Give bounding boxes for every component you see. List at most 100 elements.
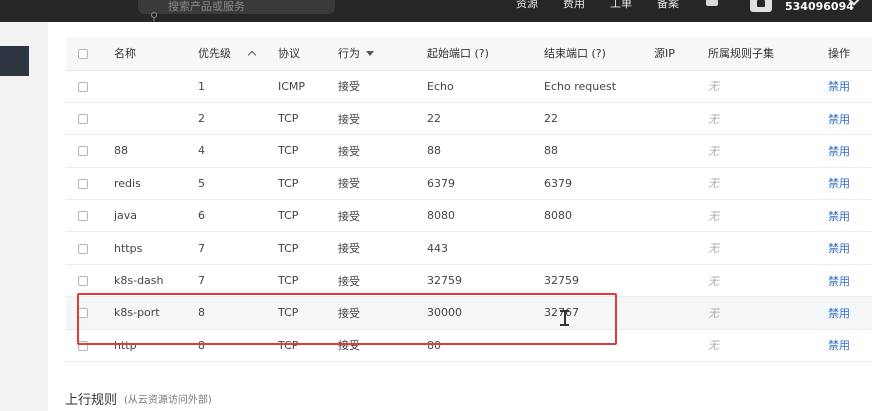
disable-link[interactable]: 禁用 (828, 231, 872, 265)
disable-link[interactable]: 禁用 (828, 102, 872, 136)
rule-protocol: ICMP (278, 70, 338, 103)
avatar[interactable] (750, 0, 772, 12)
header-subset: 所属规则子集 (708, 37, 828, 71)
row-checkbox[interactable] (78, 308, 88, 319)
table-row: java 6 TCP 接受 8080 8080 无 禁用 (66, 199, 872, 233)
row-checkbox[interactable] (78, 178, 88, 189)
table-row: 2 TCP 接受 22 22 无 禁用 (66, 102, 872, 136)
row-checkbox[interactable] (78, 146, 88, 157)
top-bar: ⚲ 搜索产品或服务 资源 费用 工单 备案 534096094 (0, 0, 872, 23)
rule-action: 接受 (338, 264, 427, 298)
rule-start-port: 22 (427, 102, 544, 136)
rule-name: k8s-dash (114, 264, 198, 298)
rule-protocol: TCP (278, 134, 338, 168)
rule-source-ip (654, 134, 708, 168)
rule-source-ip (654, 231, 708, 265)
disable-link[interactable]: 禁用 (828, 296, 872, 330)
sidebar (0, 22, 48, 411)
rule-end-port: 22 (544, 102, 654, 136)
sidebar-item-active[interactable] (0, 46, 29, 76)
user-icon (757, 0, 765, 7)
rule-name: k8s-port (114, 296, 198, 330)
row-checkbox[interactable] (78, 340, 88, 351)
rule-name: https (114, 231, 198, 265)
search-box[interactable]: ⚲ 搜索产品或服务 (138, 0, 335, 23)
rule-end-port: 88 (544, 134, 654, 168)
rule-priority: 7 (198, 264, 278, 298)
disable-link[interactable]: 禁用 (828, 264, 872, 298)
rule-source-ip (654, 296, 708, 330)
nav-icp-filing[interactable]: 备案 (657, 0, 679, 11)
rule-start-port: 8080 (427, 199, 544, 233)
table-row: 88 4 TCP 接受 88 88 无 禁用 (66, 134, 872, 168)
header-action-label[interactable]: 行为 (338, 47, 360, 60)
header-priority[interactable]: 优先级 (198, 37, 278, 71)
nav-resources[interactable]: 资源 (516, 0, 538, 11)
outbound-rules-title: 上行规则 (65, 393, 118, 408)
header-select-all[interactable] (66, 37, 114, 71)
table-row: redis 5 TCP 接受 6379 6379 无 禁用 (66, 167, 872, 201)
rule-action: 接受 (338, 102, 427, 136)
table-row: 1 ICMP 接受 Echo Echo request 无 禁用 (66, 70, 872, 103)
rule-subset: 无 (708, 329, 828, 363)
rule-name (114, 70, 198, 103)
header-protocol: 协议 (278, 37, 338, 71)
rule-priority: 2 (198, 102, 278, 136)
search-input[interactable]: 搜索产品或服务 (168, 0, 245, 24)
disable-link[interactable]: 禁用 (828, 70, 872, 103)
rule-end-port: 8080 (544, 199, 654, 233)
table-row: k8s-dash 7 TCP 接受 32759 32759 无 禁用 (66, 264, 872, 298)
disable-link[interactable]: 禁用 (828, 199, 872, 233)
rule-start-port: 32759 (427, 264, 544, 298)
row-checkbox[interactable] (78, 243, 88, 254)
row-checkbox[interactable] (78, 276, 88, 287)
rule-priority: 8 (198, 296, 278, 330)
rule-subset: 无 (708, 134, 828, 168)
outbound-rules-subtitle: (从云资源访问外部) (124, 395, 212, 406)
rule-subset: 无 (708, 296, 828, 330)
rule-action: 接受 (338, 329, 427, 363)
nav-billing[interactable]: 费用 (563, 0, 585, 11)
row-checkbox[interactable] (78, 114, 88, 125)
rule-source-ip (654, 264, 708, 298)
rule-start-port: 80 (427, 329, 544, 363)
disable-link[interactable]: 禁用 (828, 329, 872, 363)
row-checkbox[interactable] (78, 81, 88, 92)
rule-protocol: TCP (278, 102, 338, 136)
rule-source-ip (654, 102, 708, 136)
disable-link[interactable]: 禁用 (828, 167, 872, 201)
rule-subset: 无 (708, 70, 828, 103)
disable-link[interactable]: 禁用 (828, 134, 872, 168)
rule-end-port: 32759 (544, 264, 654, 298)
rule-name: 88 (114, 134, 198, 168)
filter-dropdown-icon[interactable] (366, 51, 374, 57)
rule-subset: 无 (708, 264, 828, 298)
sort-ascending-icon[interactable] (247, 51, 257, 60)
row-checkbox[interactable] (78, 211, 88, 222)
nav-tickets[interactable]: 工单 (610, 0, 632, 11)
user-id[interactable]: 534096094 (785, 0, 854, 13)
rule-action: 接受 (338, 199, 427, 233)
select-all-checkbox[interactable] (78, 48, 88, 59)
rule-start-port: Echo (427, 70, 544, 103)
rule-priority: 4 (198, 134, 278, 168)
rule-source-ip (654, 329, 708, 363)
header-start-port: 起始端口 (?) (427, 37, 544, 71)
header-action[interactable]: 行为 (338, 37, 427, 71)
rule-source-ip (654, 167, 708, 201)
header-end-port: 结束端口 (?) (544, 37, 654, 71)
bell-icon[interactable] (706, 0, 718, 6)
rules-table: 名称 优先级 协议 行为 起始端口 (?) 结束端口 (?) 源IP 所属规则子… (66, 37, 872, 363)
header-operation: 操作 (828, 37, 872, 71)
rule-subset: 无 (708, 102, 828, 136)
rule-name: http (114, 329, 198, 363)
table-row: https 7 TCP 接受 443 无 禁用 (66, 231, 872, 265)
rule-priority: 6 (198, 199, 278, 233)
table-header-row: 名称 优先级 协议 行为 起始端口 (?) 结束端口 (?) 源IP 所属规则子… (66, 37, 872, 71)
rule-protocol: TCP (278, 329, 338, 363)
rule-action: 接受 (338, 167, 427, 201)
header-priority-label[interactable]: 优先级 (198, 47, 231, 60)
firewall-rules-panel: 名称 优先级 协议 行为 起始端口 (?) 结束端口 (?) 源IP 所属规则子… (48, 22, 872, 411)
rule-end-port: 6379 (544, 167, 654, 201)
rule-protocol: TCP (278, 264, 338, 298)
